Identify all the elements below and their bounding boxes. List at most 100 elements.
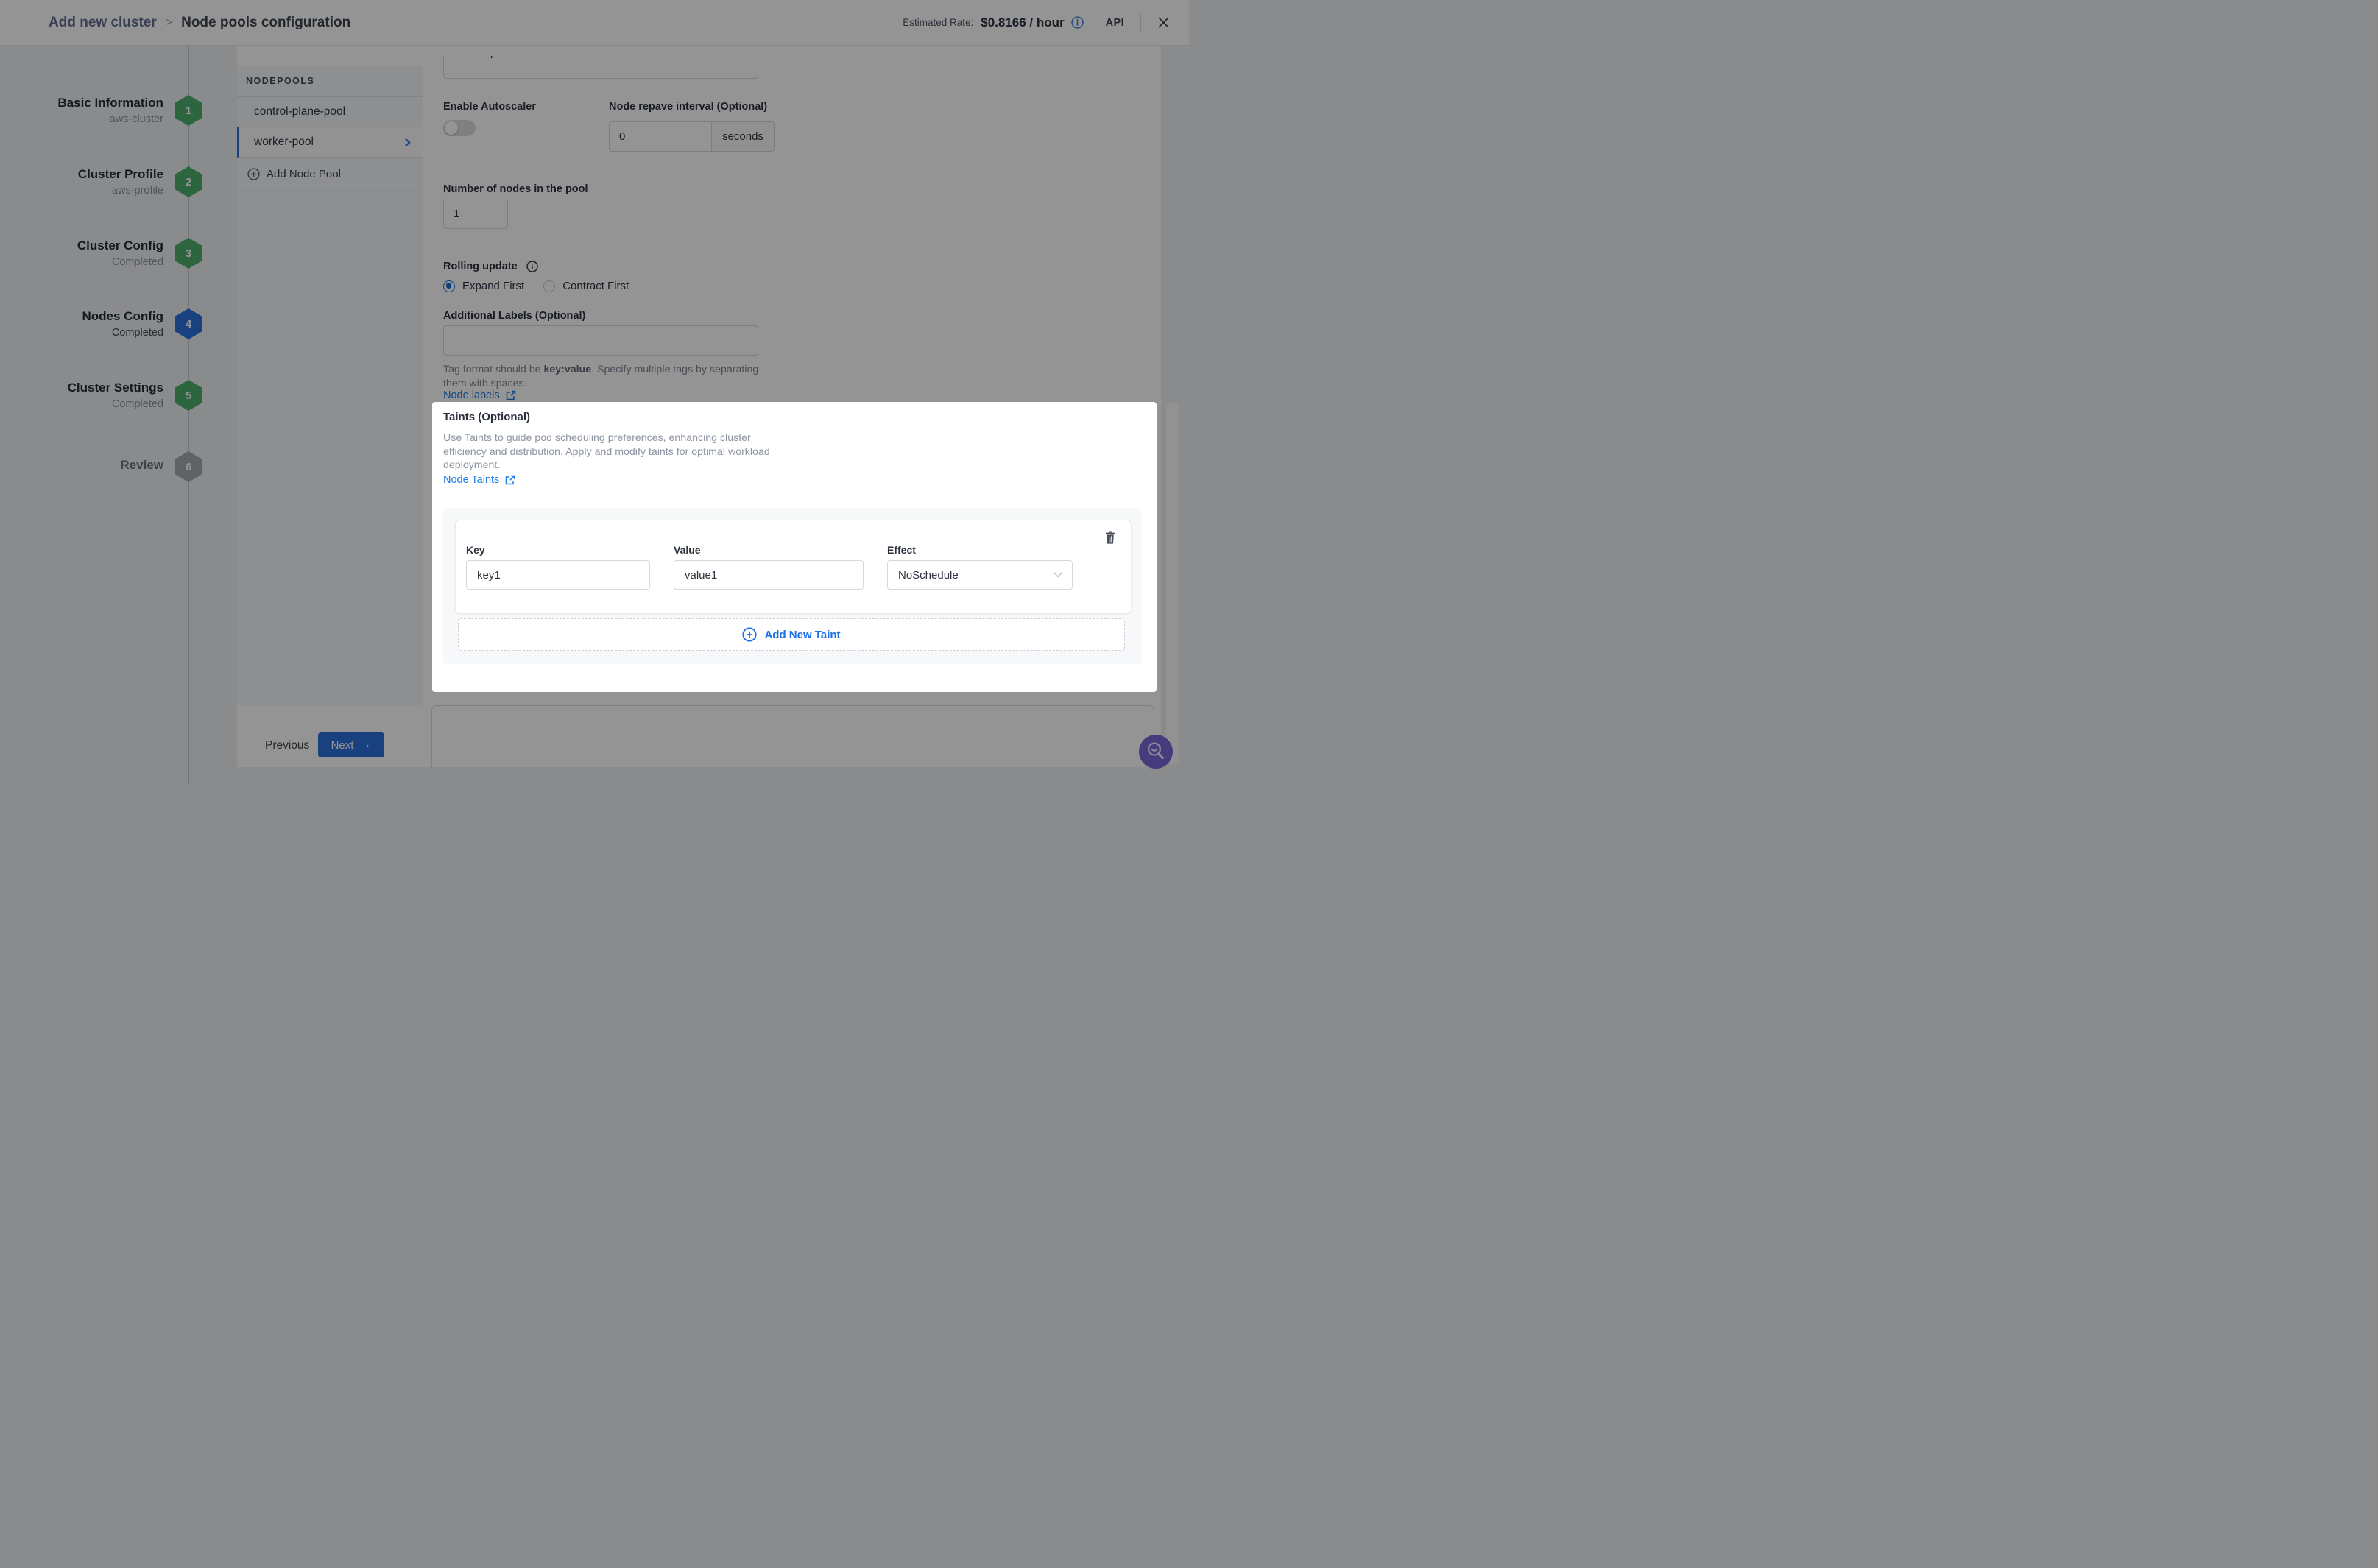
step-title: Review (24, 458, 163, 473)
next-section-panel (431, 705, 1154, 767)
wizard-stepper: Basic Information aws-cluster 1 Cluster … (0, 46, 237, 784)
plus-circle-icon (247, 168, 260, 180)
node-labels-link[interactable]: Node labels (443, 389, 516, 401)
rolling-update-label: Rolling update (443, 261, 518, 272)
step-title: Cluster Config (24, 239, 163, 253)
next-button[interactable]: Next → (318, 732, 384, 757)
tag-format-help: Tag format should be key:value. Specify … (443, 363, 761, 391)
step-badge: 6 (175, 451, 202, 482)
additional-labels-label: Additional Labels (Optional) (443, 310, 585, 322)
step-cluster-profile[interactable]: Cluster Profile aws-profile 2 (0, 166, 237, 199)
content-area: NODEPOOLS control-plane-pool worker-pool… (237, 46, 1161, 767)
repave-interval-label: Node repave interval (Optional) (609, 101, 767, 113)
repave-interval-group: 0 seconds (609, 121, 775, 152)
app-header: Add new cluster > Node pools configurati… (0, 0, 1189, 46)
step-badge: 5 (175, 380, 202, 411)
toggle-knob (445, 121, 458, 135)
chevron-down-icon (1053, 571, 1063, 579)
taint-key-label: Key (466, 544, 485, 556)
step-badge: 4 (175, 308, 202, 339)
pool-name-value: worker-pool (454, 56, 511, 59)
node-labels-link-label: Node labels (443, 389, 500, 401)
step-title: Nodes Config (24, 309, 163, 324)
nodepool-item-worker-pool[interactable]: worker-pool (237, 127, 423, 158)
step-cluster-settings[interactable]: Cluster Settings Completed 5 (0, 379, 237, 413)
external-link-icon (505, 475, 515, 485)
breadcrumb: Add new cluster > Node pools configurati… (49, 15, 350, 31)
step-title: Cluster Profile (24, 167, 163, 182)
magnifier-smile-icon (1145, 741, 1167, 763)
radio-label: Expand First (462, 280, 524, 292)
previous-button[interactable]: Previous (265, 735, 309, 756)
nodes-count-input[interactable] (443, 199, 508, 229)
step-review[interactable]: Review 6 (0, 451, 237, 484)
breadcrumb-separator: > (166, 16, 172, 29)
plus-circle-icon (742, 627, 757, 642)
form-scroll-area[interactable]: worker-pool Enable Autoscaler Node repav… (423, 56, 1161, 767)
header-divider (1140, 13, 1141, 32)
step-nodes-config[interactable]: Nodes Config Completed 4 (0, 308, 237, 342)
chevron-right-icon (403, 138, 412, 147)
autoscaler-toggle[interactable] (443, 120, 476, 136)
step-subtitle: aws-profile (24, 184, 163, 198)
api-button[interactable]: API (1106, 17, 1124, 29)
taint-key-input[interactable] (466, 560, 650, 590)
step-title: Basic Information (24, 96, 163, 110)
taint-row: Key Value Effect NoSchedule (455, 520, 1132, 614)
nodepool-form: worker-pool Enable Autoscaler Node repav… (423, 46, 1161, 767)
step-cluster-config[interactable]: Cluster Config Completed 3 (0, 237, 237, 271)
taint-effect-value: NoSchedule (898, 569, 959, 582)
taints-section-title: Taints (Optional) (443, 411, 530, 423)
node-taints-link-label: Node Taints (443, 474, 499, 486)
radio-label: Contract First (562, 280, 629, 292)
step-title: Cluster Settings (24, 381, 163, 395)
autoscaler-label: Enable Autoscaler (443, 101, 536, 113)
taint-value-label: Value (674, 544, 701, 556)
taints-description: Use Taints to guide pod scheduling prefe… (443, 431, 789, 473)
delete-taint-icon[interactable] (1104, 531, 1116, 548)
stepper-line (188, 46, 189, 784)
step-badge: 1 (175, 95, 202, 126)
nodepool-item-label: worker-pool (254, 135, 314, 149)
step-basic-information[interactable]: Basic Information aws-cluster 1 (0, 94, 237, 128)
step-badge: 2 (175, 166, 202, 197)
taint-value-input[interactable] (674, 560, 864, 590)
taints-panel: Key Value Effect NoSchedule Add New Tain… (443, 508, 1141, 664)
step-subtitle: Completed (24, 398, 163, 412)
add-new-taint-button[interactable]: Add New Taint (458, 618, 1125, 651)
additional-labels-input[interactable] (443, 325, 758, 356)
nodes-count-label: Number of nodes in the pool (443, 183, 588, 195)
next-button-label: Next (331, 739, 354, 752)
external-link-icon (506, 390, 516, 400)
add-node-pool-button[interactable]: Add Node Pool (237, 158, 423, 191)
radio-contract-first[interactable]: Contract First (543, 280, 629, 292)
node-taints-link[interactable]: Node Taints (443, 474, 515, 486)
add-node-pool-label: Add Node Pool (267, 168, 341, 180)
step-subtitle: Completed (24, 326, 163, 340)
page-title: Node pools configuration (181, 15, 350, 31)
repave-interval-unit: seconds (712, 122, 774, 151)
rolling-update-info-icon[interactable] (526, 261, 538, 272)
estimated-rate-value: $0.8166 / hour (981, 15, 1064, 30)
taint-effect-label: Effect (887, 544, 916, 556)
nodepools-header: NODEPOOLS (237, 66, 423, 97)
pool-name-input[interactable]: worker-pool (443, 56, 758, 79)
breadcrumb-parent-link[interactable]: Add new cluster (49, 15, 157, 31)
repave-interval-input[interactable]: 0 (610, 122, 712, 151)
rate-info-icon[interactable] (1071, 16, 1084, 29)
radio-expand-first[interactable]: Expand First (443, 280, 524, 292)
estimated-rate-label: Estimated Rate: (903, 17, 973, 28)
scrollbar[interactable] (1166, 402, 1179, 764)
close-icon[interactable] (1157, 16, 1170, 29)
taint-effect-select[interactable]: NoSchedule (887, 560, 1073, 590)
step-subtitle: Completed (24, 255, 163, 269)
header-actions: Estimated Rate: $0.8166 / hour API (903, 13, 1170, 32)
nodepool-item-control-plane[interactable]: control-plane-pool (237, 97, 423, 127)
step-subtitle: aws-cluster (24, 113, 163, 127)
rolling-update-options: Expand First Contract First (443, 280, 629, 292)
step-badge: 3 (175, 238, 202, 269)
help-search-button[interactable] (1139, 735, 1173, 769)
nodepool-item-label: control-plane-pool (254, 105, 345, 119)
add-new-taint-label: Add New Taint (764, 629, 840, 641)
arrow-right-icon: → (359, 739, 371, 751)
